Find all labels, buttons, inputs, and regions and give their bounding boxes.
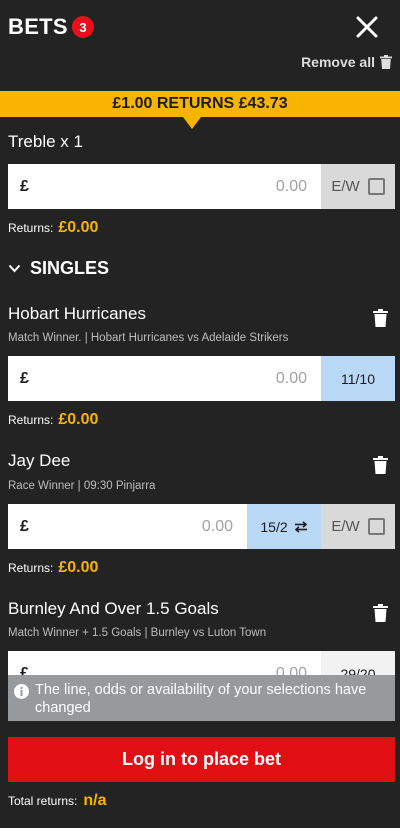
- single-stake-row: £ 0.00 11/10: [8, 356, 395, 401]
- odds-value: 15/2: [260, 518, 288, 535]
- odds-change-notice: The line, odds or availability of your s…: [8, 675, 395, 721]
- close-icon[interactable]: [354, 14, 380, 40]
- returns-value: £0.00: [58, 219, 99, 236]
- multiple-stake-row: £ 0.00 E/W: [8, 164, 395, 209]
- each-way-toggle[interactable]: E/W: [321, 164, 395, 209]
- each-way-label: E/W: [331, 518, 360, 535]
- returns-banner: £1.00 RETURNS £43.73: [0, 91, 400, 117]
- stake-placeholder: 0.00: [201, 517, 233, 535]
- multiple-bet-title: Treble x 1: [8, 132, 83, 151]
- single-stake-row: £ 0.00 15/2 E/W: [8, 504, 395, 549]
- singles-toggle[interactable]: SINGLES: [8, 258, 109, 279]
- selection-title: Burnley And Over 1.5 Goals: [8, 599, 219, 618]
- each-way-checkbox[interactable]: [367, 178, 385, 195]
- chevron-down-icon: [8, 264, 21, 273]
- selection-market: Match Winner. | Hobart Hurricanes vs Ade…: [8, 332, 289, 344]
- odds-button[interactable]: 15/2: [247, 504, 321, 549]
- selection-title: Jay Dee: [8, 451, 71, 470]
- selection-market: Race Winner | 09:30 Pinjarra: [8, 480, 156, 492]
- each-way-checkbox[interactable]: [367, 518, 385, 535]
- total-returns: Total returns: n/a: [8, 792, 107, 810]
- selection-market: Match Winner + 1.5 Goals | Burnley vs Lu…: [8, 627, 267, 639]
- returns-value: £0.00: [58, 411, 99, 428]
- each-way-label: E/W: [331, 178, 360, 195]
- total-returns-value: n/a: [83, 792, 107, 809]
- trash-icon[interactable]: [373, 604, 388, 622]
- currency-symbol: £: [20, 177, 29, 195]
- returns-label: Returns:: [8, 221, 54, 235]
- trash-icon[interactable]: [373, 309, 388, 327]
- betslip-header: BETS 3 Remove all: [0, 0, 400, 88]
- bets-count-badge: 3: [72, 16, 94, 38]
- trash-icon: [380, 55, 392, 69]
- betslip-title: BETS: [8, 14, 68, 39]
- single-stake-input[interactable]: £ 0.00: [8, 356, 321, 401]
- price-change-icon: [294, 520, 307, 533]
- info-icon: [14, 684, 29, 699]
- stake-placeholder: 0.00: [275, 369, 307, 387]
- returns-value: £0.00: [58, 559, 99, 576]
- single-returns: Returns: £0.00: [8, 411, 98, 429]
- single-stake-input[interactable]: £ 0.00: [8, 504, 247, 549]
- multiple-stake-input[interactable]: £ 0.00: [8, 164, 321, 209]
- remove-all-label: Remove all: [301, 54, 375, 70]
- stake-placeholder: 0.00: [275, 177, 307, 195]
- currency-symbol: £: [20, 369, 29, 387]
- odds-button[interactable]: 11/10: [321, 356, 395, 401]
- trash-icon[interactable]: [373, 456, 388, 474]
- odds-value: 11/10: [341, 370, 375, 387]
- notice-text: The line, odds or availability of your s…: [35, 682, 367, 716]
- returns-label: Returns:: [8, 413, 54, 427]
- total-returns-label: Total returns:: [8, 794, 78, 808]
- selection-title: Hobart Hurricanes: [8, 304, 146, 323]
- banner-pointer: [183, 117, 201, 129]
- single-returns: Returns: £0.00: [8, 559, 98, 577]
- remove-all-button[interactable]: Remove all: [301, 54, 392, 70]
- returns-label: Returns:: [8, 561, 54, 575]
- each-way-toggle[interactable]: E/W: [321, 504, 395, 549]
- login-to-place-bet-button[interactable]: Log in to place bet: [8, 737, 395, 782]
- multiple-returns: Returns: £0.00: [8, 219, 98, 237]
- currency-symbol: £: [20, 517, 29, 535]
- singles-label: SINGLES: [30, 258, 110, 278]
